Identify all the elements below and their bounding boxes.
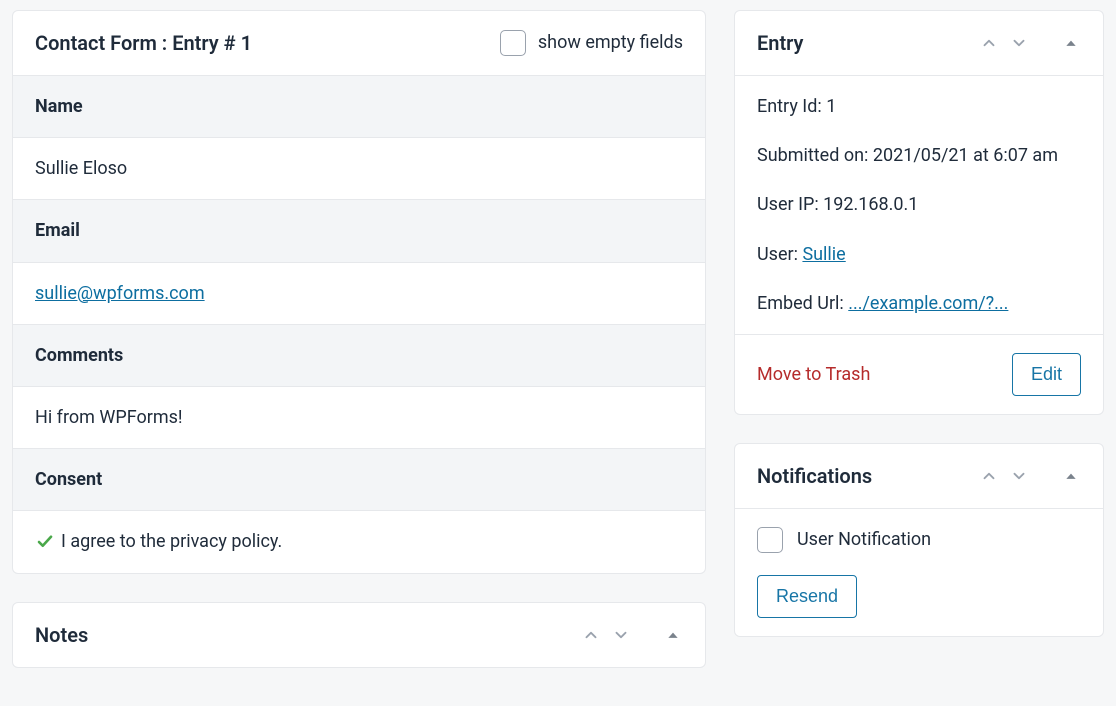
resend-button[interactable]: Resend bbox=[757, 575, 857, 618]
user-ip-line: User IP: 192.168.0.1 bbox=[757, 192, 1081, 217]
entry-meta-card: Entry Entry Id: 1 bbox=[734, 10, 1104, 415]
notes-card: Notes bbox=[12, 602, 706, 668]
notes-prev-button[interactable] bbox=[581, 625, 601, 645]
field-value-consent: I agree to the privacy policy. bbox=[61, 529, 282, 554]
field-value-email-link[interactable]: sullie@wpforms.com bbox=[35, 283, 205, 304]
notes-next-button[interactable] bbox=[611, 625, 631, 645]
show-empty-fields-toggle[interactable]: show empty fields bbox=[500, 30, 683, 56]
entry-meta-title: Entry bbox=[757, 29, 803, 57]
user-notification-label: User Notification bbox=[797, 527, 931, 552]
notifications-collapse-button[interactable] bbox=[1061, 466, 1081, 486]
checkmark-icon bbox=[35, 533, 55, 551]
entry-prev-button[interactable] bbox=[979, 33, 999, 53]
notes-title: Notes bbox=[35, 621, 88, 649]
notifications-prev-button[interactable] bbox=[979, 466, 999, 486]
field-label-consent: Consent bbox=[13, 449, 705, 511]
field-value-name: Sullie Eloso bbox=[13, 138, 705, 200]
entry-id-line: Entry Id: 1 bbox=[757, 94, 1081, 119]
entry-next-button[interactable] bbox=[1009, 33, 1029, 53]
notifications-card: Notifications User Not bbox=[734, 443, 1104, 637]
user-notification-checkbox[interactable] bbox=[757, 527, 783, 553]
show-empty-fields-checkbox[interactable] bbox=[500, 30, 526, 56]
field-value-comments: Hi from WPForms! bbox=[13, 387, 705, 449]
embed-url-line: Embed Url: .../example.com/?... bbox=[757, 291, 1081, 316]
field-label-comments: Comments bbox=[13, 325, 705, 387]
move-to-trash-link[interactable]: Move to Trash bbox=[757, 362, 870, 387]
entry-collapse-button[interactable] bbox=[1061, 33, 1081, 53]
field-label-name: Name bbox=[13, 76, 705, 138]
notifications-next-button[interactable] bbox=[1009, 466, 1029, 486]
field-label-email: Email bbox=[13, 200, 705, 262]
entry-fields-card: Contact Form : Entry # 1 show empty fiel… bbox=[12, 10, 706, 574]
user-line: User: Sullie bbox=[757, 242, 1081, 267]
notifications-title: Notifications bbox=[757, 462, 872, 490]
embed-url-link[interactable]: .../example.com/?... bbox=[848, 293, 1008, 314]
edit-button[interactable]: Edit bbox=[1012, 353, 1081, 396]
show-empty-fields-label: show empty fields bbox=[538, 30, 683, 55]
entry-title: Contact Form : Entry # 1 bbox=[35, 29, 252, 57]
submitted-on-line: Submitted on: 2021/05/21 at 6:07 am bbox=[757, 143, 1081, 168]
notes-collapse-button[interactable] bbox=[663, 625, 683, 645]
user-link[interactable]: Sullie bbox=[802, 244, 845, 265]
